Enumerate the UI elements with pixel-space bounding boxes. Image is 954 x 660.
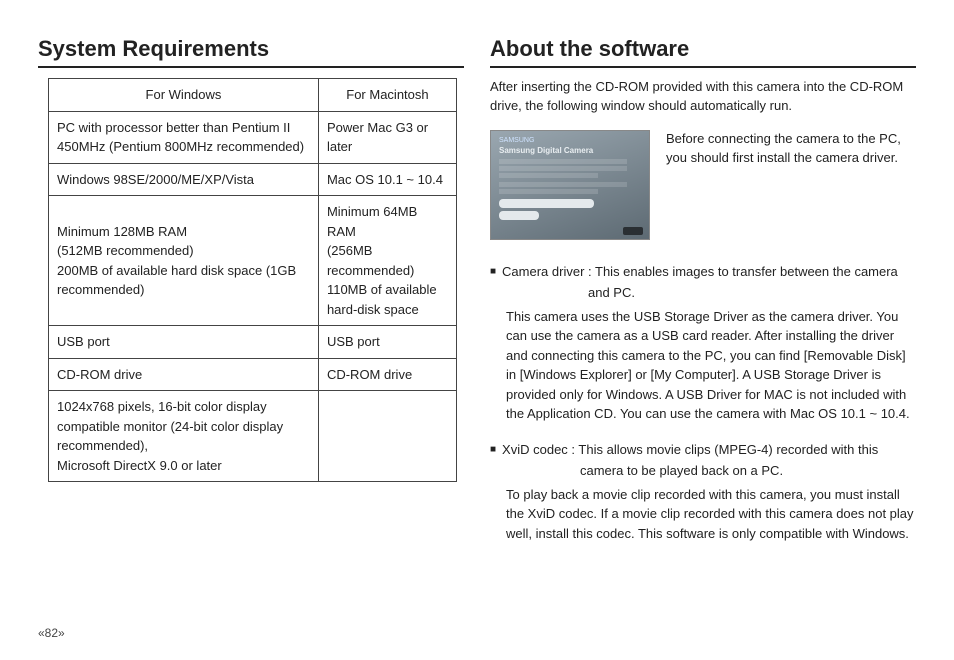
header-macintosh: For Macintosh <box>318 79 456 112</box>
requirements-table: For Windows For Macintosh PC with proces… <box>48 78 457 482</box>
installer-screenshot: SAMSUNG Samsung Digital Camera <box>490 130 650 240</box>
bullet-xvid-codec: ■ XviD codec : This allows movie clips (… <box>490 440 916 460</box>
left-column: System Requirements For Windows For Maci… <box>38 36 464 618</box>
heading-system-requirements: System Requirements <box>38 36 464 68</box>
bullet-continue: and PC. <box>588 283 916 303</box>
bullet-icon: ■ <box>490 262 496 282</box>
table-row: CD-ROM driveCD-ROM drive <box>49 358 457 391</box>
page-number: «82» <box>38 626 916 640</box>
table-row: PC with processor better than Pentium II… <box>49 111 457 163</box>
right-column: About the software After inserting the C… <box>490 36 916 618</box>
table-row: USB portUSB port <box>49 326 457 359</box>
table-row: 1024x768 pixels, 16-bit color display co… <box>49 391 457 482</box>
exit-icon <box>623 227 643 235</box>
table-row: Windows 98SE/2000/ME/XP/VistaMac OS 10.1… <box>49 163 457 196</box>
intro-text: After inserting the CD-ROM provided with… <box>490 78 916 116</box>
table-header-row: For Windows For Macintosh <box>49 79 457 112</box>
table-row: Minimum 128MB RAM (512MB recommended) 20… <box>49 196 457 326</box>
bullet-icon: ■ <box>490 440 496 460</box>
camera-driver-desc: This camera uses the USB Storage Driver … <box>506 307 916 424</box>
bullet-continue: camera to be played back on a PC. <box>580 461 916 481</box>
bullet-camera-driver: ■ Camera driver : This enables images to… <box>490 262 916 282</box>
install-note: Before connecting the camera to the PC, … <box>666 130 916 168</box>
heading-about-software: About the software <box>490 36 916 68</box>
xvid-codec-desc: To play back a movie clip recorded with … <box>506 485 916 544</box>
header-windows: For Windows <box>49 79 319 112</box>
